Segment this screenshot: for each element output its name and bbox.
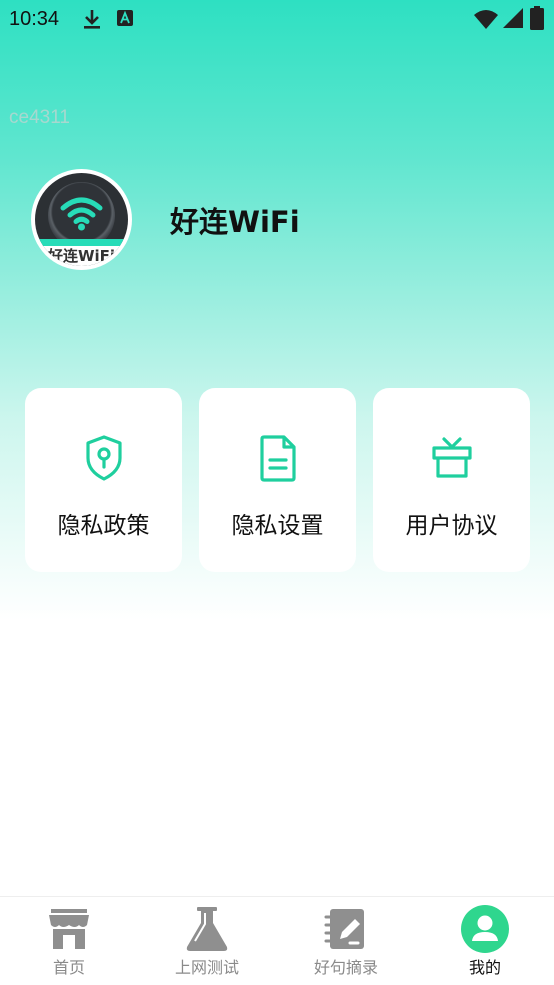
tab-home-label: 首页 (52, 958, 85, 977)
tab-quotes[interactable]: 好句摘录 (277, 897, 415, 985)
gift-icon (432, 437, 472, 478)
device-id-label: ce4311 (9, 107, 70, 128)
privacy-settings-card[interactable]: 隐私设置 (199, 388, 356, 572)
document-icon (260, 435, 296, 482)
wifi-icon (474, 10, 498, 29)
tab-quotes-label: 好句摘录 (313, 958, 378, 977)
bottom-tab-bar: 首页 上网测试 好句摘录 我的 (0, 896, 554, 985)
user-icon (461, 905, 509, 953)
avatar-logo-text: 好连WiFi (47, 247, 116, 265)
app-name: 好连WiFi (170, 205, 300, 239)
flask-icon (186, 907, 228, 951)
a-notification-icon (117, 10, 133, 26)
avatar[interactable]: 好连WiFi (31, 169, 132, 270)
privacy-policy-card[interactable]: 隐私政策 (25, 388, 182, 572)
privacy-policy-label: 隐私政策 (57, 513, 150, 539)
shield-icon (86, 435, 122, 481)
user-agreement-card[interactable]: 用户协议 (373, 388, 530, 572)
tab-home[interactable]: 首页 (0, 897, 138, 985)
download-icon (84, 10, 100, 29)
user-agreement-label: 用户协议 (405, 513, 498, 539)
status-bar: 10:34 (0, 0, 554, 38)
avatar-image: 好连WiFi (35, 173, 128, 266)
tab-mine[interactable]: 我的 (416, 897, 554, 985)
signal-icon (503, 8, 523, 28)
tab-mine-label: 我的 (468, 958, 501, 977)
tab-network-test-label: 上网测试 (174, 958, 239, 977)
store-icon (49, 909, 89, 949)
notebook-icon (324, 909, 364, 949)
status-time: 10:34 (9, 8, 60, 30)
privacy-settings-label: 隐私设置 (231, 513, 324, 539)
avatar-wifi-icon (60, 197, 103, 231)
tab-network-test[interactable]: 上网测试 (138, 897, 276, 985)
battery-icon (530, 6, 544, 30)
